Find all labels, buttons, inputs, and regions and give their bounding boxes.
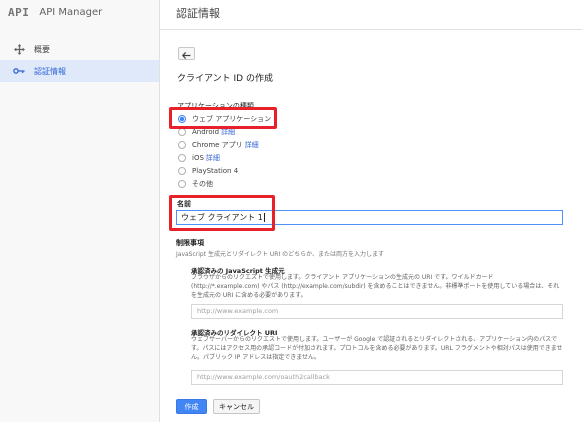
annotation-highlight-name — [169, 195, 275, 231]
back-button[interactable] — [178, 47, 195, 60]
sidebar-item-label: 概要 — [34, 44, 50, 54]
form-title: クライアント ID の作成 — [177, 74, 273, 84]
radio-ios[interactable]: iOS 詳細 — [178, 152, 220, 164]
redirect-uri-placeholder: http://www.example.com/oauth2callback — [197, 373, 330, 381]
app-name: API Manager — [39, 6, 103, 18]
sidebar: API API Manager 概要 認証情報 — [0, 0, 160, 422]
restrictions-help: JavaScript 生成元とリダイレクト URI のどちらか、または両方を入力… — [176, 251, 385, 258]
radio-playstation-4[interactable]: PlayStation 4 — [178, 165, 238, 177]
radio-button[interactable] — [178, 167, 186, 175]
api-logo: API — [8, 5, 30, 19]
sidebar-item-overview[interactable]: 概要 — [0, 38, 159, 60]
move-arrows-icon — [12, 43, 26, 55]
radio-chrome-app[interactable]: Chrome アプリ 詳細 — [178, 139, 259, 151]
radio-label: Android — [192, 128, 220, 136]
page-header: 認証情報 — [160, 0, 582, 30]
radio-button[interactable] — [178, 128, 186, 136]
sidebar-item-label: 認証情報 — [34, 66, 66, 76]
create-button[interactable]: 作成 — [176, 399, 207, 414]
radio-label: その他 — [192, 180, 213, 188]
radio-label: PlayStation 4 — [192, 167, 239, 175]
cancel-button[interactable]: キャンセル — [213, 399, 260, 414]
sidebar-item-credentials[interactable]: 認証情報 — [0, 60, 159, 82]
back-arrow-icon — [181, 44, 191, 63]
radio-button[interactable] — [178, 180, 186, 188]
js-origin-input[interactable]: http://www.example.com — [191, 304, 563, 319]
ios-detail-link[interactable]: 詳細 — [206, 153, 220, 163]
js-origins-description: ブラウザからのリクエストで使用します。クライアント アプリケーションの生成元の … — [191, 274, 560, 299]
radio-other[interactable]: その他 — [178, 178, 213, 190]
brand[interactable]: API API Manager — [8, 5, 102, 19]
radio-button[interactable] — [178, 141, 186, 149]
js-origin-placeholder: http://www.example.com — [197, 307, 279, 315]
annotation-highlight-app-type — [169, 107, 277, 129]
key-icon — [12, 67, 26, 75]
radio-label: iOS — [192, 154, 204, 162]
main-content: 認証情報 クライアント ID の作成 アプリケーションの種類 ウェブ アプリケー… — [160, 0, 582, 422]
page-title: 認証情報 — [176, 7, 220, 20]
redirect-uris-description: ウェブサーバーからのリクエストで使用します。ユーザーが Google で認証され… — [191, 336, 563, 361]
redirect-uri-input[interactable]: http://www.example.com/oauth2callback — [191, 370, 563, 385]
restrictions-title: 制限事項 — [176, 239, 204, 247]
chrome-detail-link[interactable]: 詳細 — [245, 140, 259, 150]
radio-button[interactable] — [178, 154, 186, 162]
radio-label: Chrome アプリ — [192, 141, 243, 149]
